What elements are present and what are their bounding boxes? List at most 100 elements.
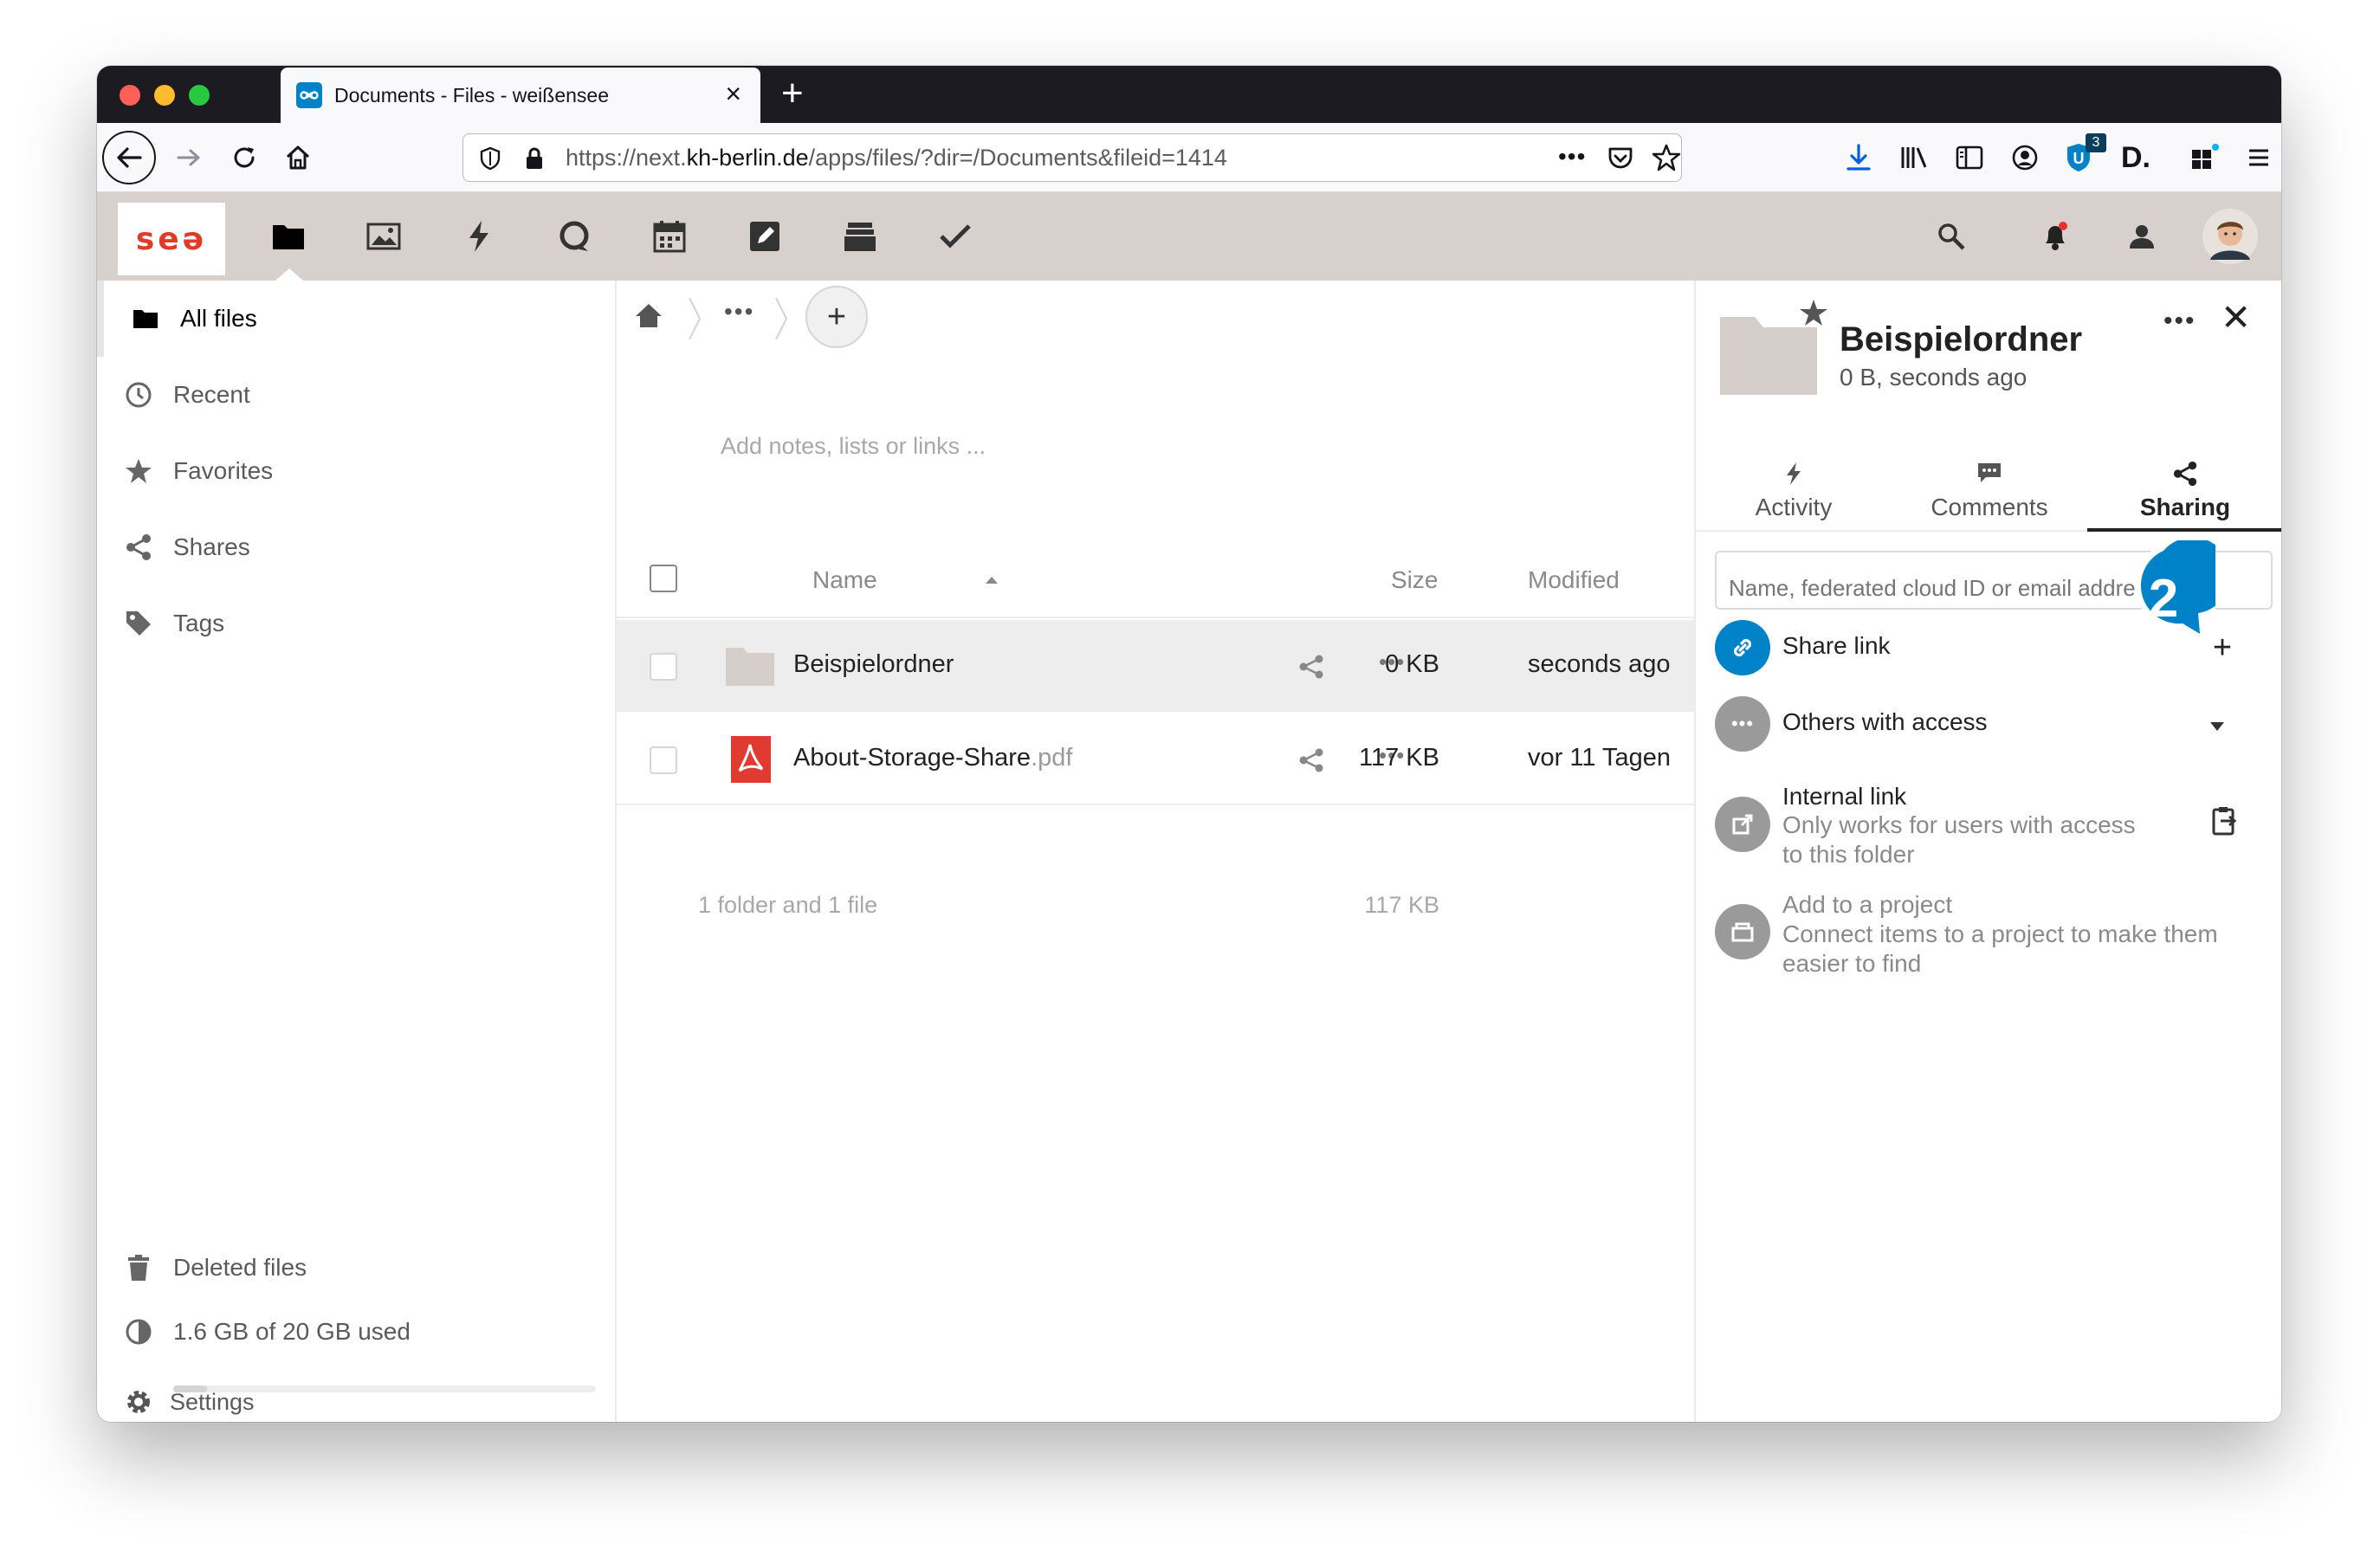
account-icon [2012,145,2038,171]
url-bar[interactable]: https://next.kh-berlin.de/apps/files/?di… [462,133,1682,182]
file-size: 117 KB [1359,744,1439,772]
talk-app-icon[interactable] [553,215,596,258]
extensions-menu-button[interactable] [2179,132,2231,184]
nav-item-all-files[interactable]: All files [97,281,617,357]
notifications-button[interactable] [2034,215,2077,258]
sidebar-more-icon[interactable]: ••• [2163,307,2196,336]
share-icon[interactable] [1297,746,1325,774]
tasks-app-icon[interactable] [934,215,977,258]
hamburger-icon [2249,149,2268,166]
library-button[interactable] [1888,132,1940,184]
files-app-icon[interactable] [267,215,310,258]
lock-icon[interactable] [524,146,545,171]
tab-sharing[interactable]: Sharing [2087,450,2281,530]
share-link-label[interactable]: Share link [1782,632,1891,660]
file-name[interactable]: Beispielordner [793,650,954,679]
shield-icon[interactable] [479,146,501,171]
activity-app-icon[interactable] [457,215,501,258]
share-icon [123,532,154,563]
clipboard-icon[interactable] [2210,805,2238,836]
nav-item-settings[interactable]: Settings [97,1382,617,1422]
url-prefix: https://next. [566,145,687,171]
breadcrumb-home[interactable] [634,301,663,333]
nav-item-shares[interactable]: Shares [97,509,617,585]
add-project-desc-1: Connect items to a project to make them [1782,920,2218,947]
account-button[interactable] [1999,132,2051,184]
forward-button[interactable] [163,132,215,184]
nav-label: All files [180,305,257,332]
column-size[interactable]: Size [1391,566,1438,594]
sidebar-close-icon[interactable]: ✕ [2221,300,2251,336]
tab-activity[interactable]: Activity [1696,450,1892,530]
tab-comments[interactable]: Comments [1892,450,2087,530]
new-file-button[interactable]: + [805,286,868,348]
file-summary: 1 folder and 1 file [698,892,878,918]
downloads-button[interactable] [1833,132,1885,184]
internal-link-desc-1: Only works for users with access [1782,811,2136,838]
select-all-checkbox[interactable] [650,565,677,592]
extension-d-button[interactable]: D. [2110,132,2162,184]
column-modified[interactable]: Modified [1528,566,1620,594]
file-table-header: Name Size Modified [617,540,1694,618]
quota-label: 1.6 GB of 20 GB used [173,1318,411,1345]
deck-app-icon[interactable] [838,215,882,258]
user-avatar[interactable] [2198,204,2262,268]
bookmark-star-icon[interactable] [1652,143,1681,172]
favorite-star-icon[interactable] [1798,298,1829,329]
reload-button[interactable] [218,132,270,184]
external-link-icon [1715,797,1770,852]
internal-link-desc-2: to this folder [1782,841,1915,868]
app-menu-button[interactable] [2233,132,2281,184]
rich-workspace-placeholder[interactable]: Add notes, lists or links ... [721,433,986,460]
breadcrumb-separator [689,297,702,340]
maximize-window-button[interactable] [189,85,210,106]
nav-label: Shares [173,533,250,560]
sort-asc-icon[interactable] [984,575,999,585]
add-project-title[interactable]: Add to a project [1782,890,1952,920]
file-size: 0 KB [1385,650,1439,678]
browser-tab[interactable]: Documents - Files - weißensee × [281,68,760,123]
url-text[interactable]: https://next.kh-berlin.de/apps/files/?di… [566,145,1227,171]
sidebar-title: Beispielordner [1840,320,2083,358]
minimize-window-button[interactable] [154,85,175,106]
clock-icon [123,379,154,410]
chevron-down-icon[interactable] [2209,720,2226,733]
sidebar-toggle-button[interactable] [1943,132,1995,184]
extension-button[interactable]: U 3 [2054,132,2106,184]
svg-text:U: U [2073,150,2085,167]
pocket-icon[interactable] [1607,145,1634,172]
back-button[interactable] [102,131,156,184]
more-dots-icon: ••• [1715,696,1770,752]
url-path: /apps/files/?dir=/Documents&fileid=1414 [808,145,1227,171]
nav-item-favorites[interactable]: Favorites [97,433,617,509]
page-actions-icon[interactable]: ••• [1558,143,1586,171]
star-icon [123,455,154,487]
link-icon [1715,620,1770,675]
nav-item-tags[interactable]: Tags [97,585,617,662]
column-name[interactable]: Name [812,566,877,594]
logo[interactable]: seə [118,203,225,275]
breadcrumb-separator [775,297,788,340]
new-tab-button[interactable]: + [781,74,804,113]
table-row[interactable]: About-Storage-Share.pdf ••• 117 KB vor 1… [617,714,1694,805]
close-window-button[interactable] [120,85,140,106]
others-with-access-label[interactable]: Others with access [1782,708,1988,736]
breadcrumb-more-icon[interactable]: ••• [724,298,754,326]
tab-bar: Documents - Files - weißensee × + [97,66,2281,123]
table-row[interactable]: Beispielordner ••• 0 KB seconds ago [617,620,1694,712]
tab-close-icon[interactable]: × [725,80,741,107]
home-button[interactable] [272,132,324,184]
row-checkbox[interactable] [650,746,677,774]
row-checkbox[interactable] [650,653,677,681]
photos-app-icon[interactable] [362,215,405,258]
tab-title: Documents - Files - weißensee [334,83,609,107]
file-name[interactable]: About-Storage-Share.pdf [793,744,1072,772]
calendar-app-icon[interactable] [648,215,691,258]
url-domain: kh-berlin.de [686,145,809,171]
search-button[interactable] [1930,215,1973,258]
contacts-button[interactable] [2120,215,2163,258]
nav-item-recent[interactable]: Recent [97,357,617,433]
share-icon[interactable] [1297,653,1325,681]
notes-app-icon[interactable] [743,215,786,258]
puzzle-icon [2192,144,2219,169]
